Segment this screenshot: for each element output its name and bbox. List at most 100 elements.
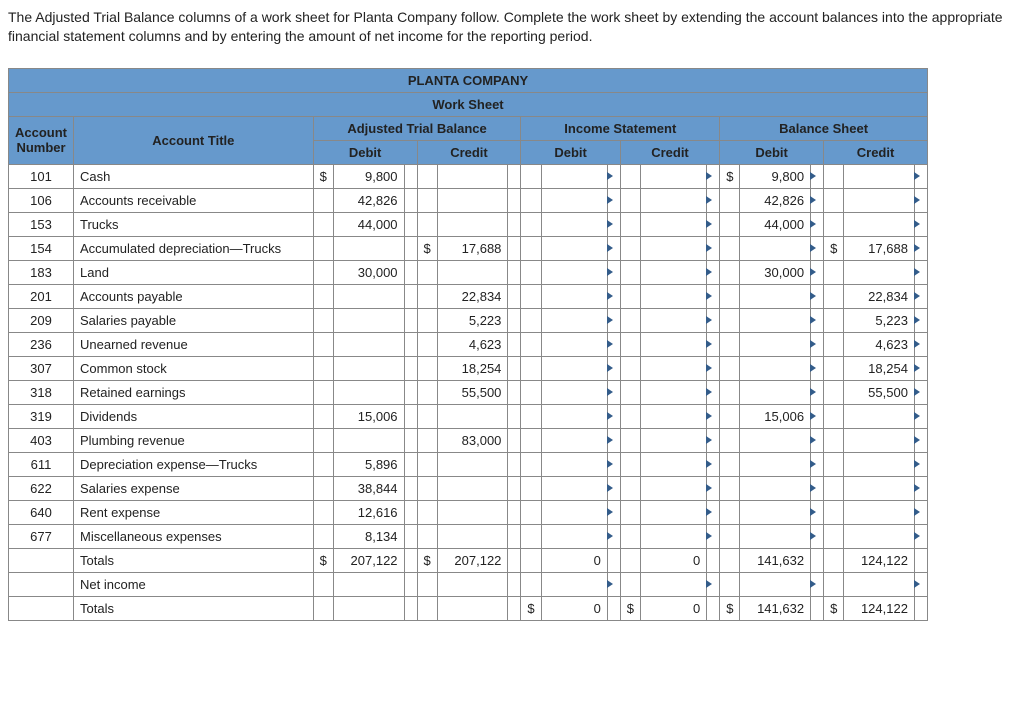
dropdown-icon[interactable] <box>811 212 824 236</box>
bs_c-val[interactable] <box>844 404 915 428</box>
is_c-sym[interactable] <box>620 260 640 284</box>
is_c-val[interactable] <box>641 476 707 500</box>
bs_c-val[interactable]: 22,834 <box>844 284 915 308</box>
dropdown-icon[interactable] <box>707 524 720 548</box>
dropdown-icon[interactable] <box>811 428 824 452</box>
is_c-val[interactable] <box>641 164 707 188</box>
bs_d-sym[interactable] <box>720 212 740 236</box>
dropdown-icon[interactable] <box>811 500 824 524</box>
is_d-sym[interactable] <box>521 476 541 500</box>
is_d-val[interactable] <box>541 284 607 308</box>
dropdown-icon[interactable] <box>811 284 824 308</box>
is-debit[interactable]: 0 <box>541 596 607 620</box>
dropdown-icon[interactable] <box>607 500 620 524</box>
is_c-val[interactable] <box>641 260 707 284</box>
dropdown-icon[interactable] <box>914 236 927 260</box>
dropdown-icon[interactable] <box>914 332 927 356</box>
bs_d-val[interactable]: 44,000 <box>740 212 811 236</box>
is_d-sym[interactable] <box>521 164 541 188</box>
dropdown-icon[interactable] <box>607 212 620 236</box>
dropdown-icon[interactable] <box>607 452 620 476</box>
bs_d-val[interactable]: 9,800 <box>740 164 811 188</box>
dropdown-icon[interactable] <box>811 404 824 428</box>
bs_c-sym[interactable] <box>824 164 844 188</box>
bs_c-val[interactable] <box>844 476 915 500</box>
bs_c-sym[interactable] <box>824 524 844 548</box>
dropdown-icon[interactable] <box>914 500 927 524</box>
bs_d-sym[interactable] <box>720 356 740 380</box>
is_c-sym[interactable] <box>620 308 640 332</box>
is_d-val[interactable] <box>541 236 607 260</box>
dropdown-icon[interactable] <box>914 260 927 284</box>
is_d-sym[interactable] <box>521 188 541 212</box>
bs_d-val[interactable]: 30,000 <box>740 260 811 284</box>
bs_c-val[interactable]: 18,254 <box>844 356 915 380</box>
bs_d-sym[interactable]: $ <box>720 164 740 188</box>
is_d-val[interactable] <box>541 452 607 476</box>
bs_c-sym[interactable]: $ <box>824 236 844 260</box>
is-credit[interactable]: 0 <box>641 596 707 620</box>
is_d-sym[interactable] <box>521 452 541 476</box>
bs_d-val[interactable]: 42,826 <box>740 188 811 212</box>
is_d-sym[interactable] <box>521 428 541 452</box>
is-debit-sym[interactable] <box>521 548 541 572</box>
dropdown-icon[interactable] <box>607 308 620 332</box>
dropdown-icon[interactable] <box>811 356 824 380</box>
dropdown-icon[interactable] <box>707 260 720 284</box>
is_c-val[interactable] <box>641 308 707 332</box>
bs_c-sym[interactable] <box>824 476 844 500</box>
is_c-val[interactable] <box>641 404 707 428</box>
is_c-val[interactable] <box>641 500 707 524</box>
dropdown-icon[interactable] <box>811 380 824 404</box>
is_c-sym[interactable] <box>620 284 640 308</box>
dropdown-icon[interactable] <box>811 164 824 188</box>
dropdown-icon[interactable] <box>811 332 824 356</box>
dropdown-icon[interactable] <box>707 572 720 596</box>
dropdown-icon[interactable] <box>914 572 927 596</box>
bs-debit[interactable]: 141,632 <box>740 548 811 572</box>
bs_d-sym[interactable] <box>720 188 740 212</box>
is_d-sym[interactable] <box>521 356 541 380</box>
is_c-sym[interactable] <box>620 380 640 404</box>
is_c-sym[interactable] <box>620 332 640 356</box>
is_d-sym[interactable] <box>521 308 541 332</box>
is-credit[interactable]: 0 <box>641 548 707 572</box>
is_d-sym[interactable] <box>521 212 541 236</box>
bs_c-val[interactable] <box>844 428 915 452</box>
bs_c-val[interactable] <box>844 500 915 524</box>
dropdown-icon[interactable] <box>607 164 620 188</box>
is-credit-sym[interactable] <box>620 548 640 572</box>
dropdown-icon[interactable] <box>607 524 620 548</box>
is-debit-sym[interactable]: $ <box>521 596 541 620</box>
bs_d-sym[interactable] <box>720 404 740 428</box>
bs_d-val[interactable] <box>740 500 811 524</box>
is_d-sym[interactable] <box>521 284 541 308</box>
dropdown-icon[interactable] <box>707 428 720 452</box>
is_c-val[interactable] <box>641 284 707 308</box>
bs_c-sym[interactable] <box>824 212 844 236</box>
is_d-val[interactable] <box>541 380 607 404</box>
bs_c-sym[interactable] <box>824 380 844 404</box>
dropdown-icon[interactable] <box>707 380 720 404</box>
dropdown-icon[interactable] <box>707 284 720 308</box>
is_c-sym[interactable] <box>620 236 640 260</box>
bs_c-sym[interactable] <box>824 260 844 284</box>
is_c-val[interactable] <box>641 356 707 380</box>
bs_d-sym[interactable] <box>720 380 740 404</box>
is_c-sym[interactable] <box>620 188 640 212</box>
dropdown-icon[interactable] <box>707 356 720 380</box>
dropdown-icon[interactable] <box>914 356 927 380</box>
bs_d-sym[interactable] <box>720 284 740 308</box>
bs_c-sym[interactable] <box>824 452 844 476</box>
dropdown-icon[interactable] <box>607 404 620 428</box>
bs_d-val[interactable] <box>740 428 811 452</box>
is_d-val[interactable] <box>541 164 607 188</box>
is_d-val[interactable] <box>541 308 607 332</box>
dropdown-icon[interactable] <box>811 524 824 548</box>
dropdown-icon[interactable] <box>707 308 720 332</box>
dropdown-icon[interactable] <box>914 404 927 428</box>
bs_d-sym[interactable] <box>720 524 740 548</box>
is_c-sym[interactable] <box>620 500 640 524</box>
dropdown-icon[interactable] <box>811 308 824 332</box>
is_d-val[interactable] <box>541 260 607 284</box>
